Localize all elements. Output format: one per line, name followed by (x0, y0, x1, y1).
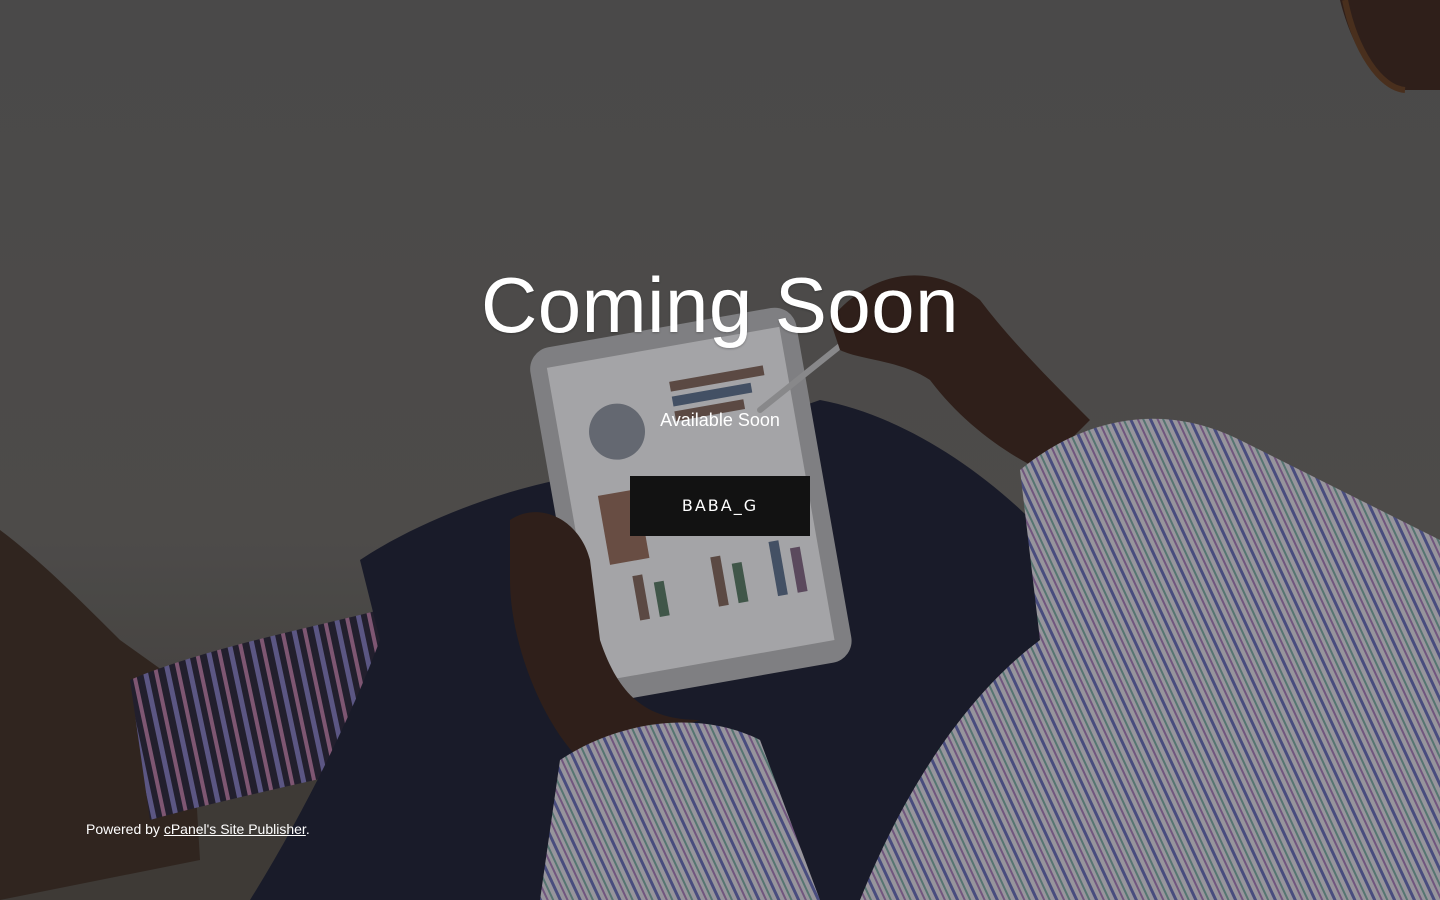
page-title: Coming Soon (480, 261, 960, 349)
footer-prefix: Powered by (86, 821, 164, 837)
page: Coming Soon Available Soon BABA_G Powere… (0, 0, 1440, 900)
primary-cta-button[interactable]: BABA_G (630, 476, 810, 536)
page-subtitle: Available Soon (660, 410, 780, 430)
hero-section: Coming Soon Available Soon BABA_G (0, 0, 1440, 900)
footer-credit: Powered by cPanel's Site Publisher. (86, 820, 310, 838)
footer-suffix: . (305, 821, 310, 837)
cpanel-site-publisher-link[interactable]: cPanel's Site Publisher (164, 821, 306, 837)
